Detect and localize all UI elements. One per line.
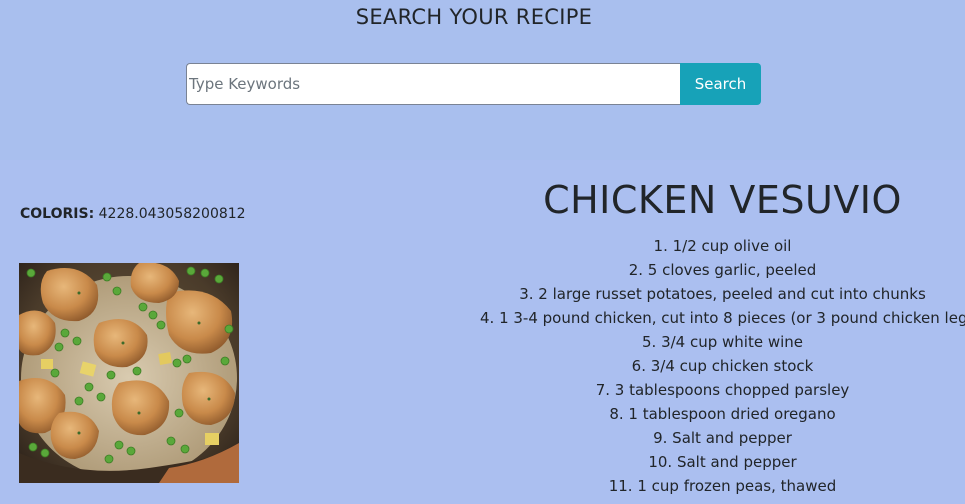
search-button[interactable]: Search [680,63,761,105]
ingredient-item: 6. 3/4 cup chicken stock [631,357,814,375]
ingredient-item: 4. 1 3-4 pound chicken, cut into 8 piece… [480,309,965,327]
ingredient-item: 8. 1 tablespoon dried oregano [609,405,836,423]
ingredient-item: 9. Salt and pepper [653,429,792,447]
recipe-title: CHICKEN VESUVIO [543,178,902,222]
ingredients-list: 1. 1/2 cup olive oil 2. 5 cloves garlic,… [480,234,965,498]
search-title: SEARCH YOUR RECIPE [355,5,593,29]
calories-label: COLORIS: [20,206,95,222]
calories-value: 4228.043058200812 [98,206,246,222]
ingredient-item: 10. Salt and pepper [648,453,797,471]
chicken-dish-photo [19,263,239,483]
recipe-image [19,263,239,483]
ingredient-item: 3. 2 large russet potatoes, peeled and c… [519,285,926,303]
ingredient-item: 1. 1/2 cup olive oil [653,237,792,255]
ingredient-item: 11. 1 cup frozen peas, thawed [608,477,837,495]
page: SEARCH YOUR RECIPE Search COLORIS: 4228.… [0,0,965,504]
ingredient-item: 2. 5 cloves garlic, peeled [628,261,817,279]
ingredient-item: 5. 3/4 cup white wine [641,333,804,351]
search-header: SEARCH YOUR RECIPE Search [0,0,965,160]
search-input[interactable] [186,63,680,105]
search-form: Search [186,63,761,105]
calories-info: COLORIS: 4228.043058200812 [20,206,246,222]
ingredient-item: 7. 3 tablespoons chopped parsley [595,381,850,399]
